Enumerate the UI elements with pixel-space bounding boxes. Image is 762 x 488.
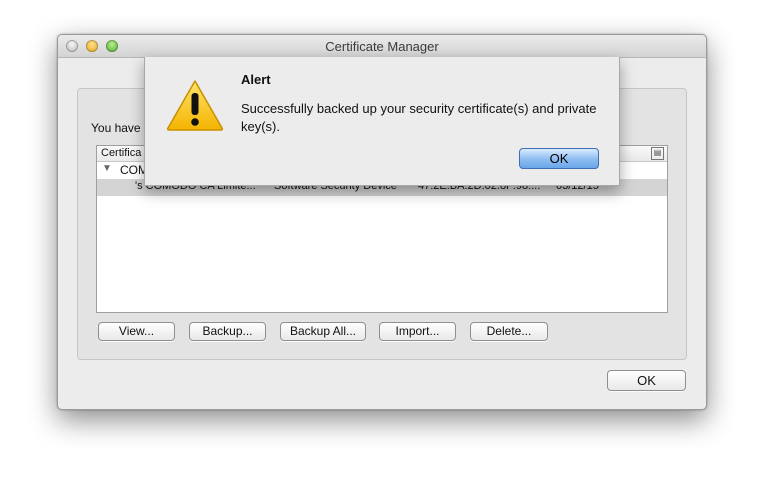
ok-button[interactable]: OK xyxy=(607,370,686,391)
import-button[interactable]: Import... xyxy=(379,322,456,341)
warning-icon xyxy=(166,79,224,134)
view-button[interactable]: View... xyxy=(98,322,175,341)
column-picker-icon[interactable]: ▤ xyxy=(651,147,664,160)
window-title: Certificate Manager xyxy=(325,39,439,54)
alert-ok-button[interactable]: OK xyxy=(519,148,599,169)
intro-text: You have xyxy=(91,121,141,135)
alert-message: Successfully backed up your security cer… xyxy=(241,101,597,134)
disclosure-triangle-icon[interactable]: ▼ xyxy=(102,163,112,174)
delete-button[interactable]: Delete... xyxy=(470,322,548,341)
column-header-certificate[interactable]: Certifica xyxy=(101,147,141,159)
title-bar: Certificate Manager xyxy=(58,35,706,58)
alert-title: Alert xyxy=(241,72,271,87)
backup-button[interactable]: Backup... xyxy=(189,322,266,341)
alert-dialog: Alert Successfully backed up your securi… xyxy=(144,57,620,186)
backup-all-button[interactable]: Backup All... xyxy=(280,322,366,341)
